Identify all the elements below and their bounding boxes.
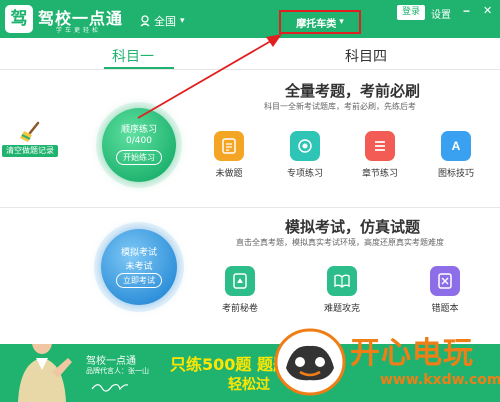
wrong-book-icon [430,266,460,296]
start-practice-button[interactable]: 开始练习 [116,150,162,165]
close-button[interactable]: ✕ [483,4,492,17]
watermark-logo-icon [274,328,346,396]
vehicle-type-selector[interactable]: 摩托车类 ▾ [279,10,361,34]
clear-records-label: 清空做题记录 [2,145,58,157]
feature-label: 难题攻克 [323,304,360,314]
settings-button[interactable]: 设置 [431,6,451,21]
feature-chapter[interactable]: 章节练习 [355,131,405,179]
circle-title: 模拟考试 [120,248,157,258]
tab-subject-four[interactable]: 科目四 [345,46,387,66]
target-icon [290,131,320,161]
app-subtitle: 学车更轻松 [56,27,102,34]
title-bar: 驾 驾校一点通 学车更轻松 全国 ▾ 摩托车类 ▾ 登录 设置 − ✕ [0,0,500,38]
active-tab-indicator [104,67,174,69]
spokesperson-image [18,344,72,402]
banner-brand: 驾校一点通 [86,356,136,367]
secret-paper-icon [225,266,255,296]
document-icon [214,131,244,161]
app-logo: 驾 [5,5,33,33]
subject-tabs: 科目一 科目四 [0,38,500,70]
banner-spokesperson: 品牌代言人：张一山 [86,367,149,375]
feature-secret-paper[interactable]: 考前秘卷 [215,266,265,314]
login-button[interactable]: 登录 [397,5,425,20]
feature-special[interactable]: 专项练习 [280,131,330,179]
broom-icon [20,121,40,142]
letter-a-icon: A [441,131,471,161]
feature-hard-questions[interactable]: 难题攻克 [317,266,367,314]
feature-undone[interactable]: 未做题 [204,131,254,179]
practice-progress: 0/400 [126,136,152,146]
sequential-practice-circle[interactable]: 顺序练习 0/400 开始练习 [102,108,176,182]
signature-image [91,383,129,392]
mock-exam-circle[interactable]: 模拟考试 未考试 立即考试 [101,229,177,305]
location-icon [140,15,150,27]
feature-label: 考前秘卷 [221,304,258,314]
watermark-text: 开心电玩 [350,336,474,371]
banner-slogan-second: 轻松过 [228,377,270,393]
feature-label: 未做题 [215,169,243,179]
region-label: 全国 [154,15,176,28]
exam-status: 未考试 [125,262,153,272]
book-icon [327,266,357,296]
list-icon [365,131,395,161]
minimize-button[interactable]: − [463,4,470,18]
section-subtitle: 直击全真考题，模拟真实考试环境，高度还原真实考题难度 [236,238,444,247]
tab-subject-one[interactable]: 科目一 [112,46,154,66]
feature-label: 专项练习 [286,169,323,179]
circle-title: 顺序练习 [120,125,157,135]
watermark-url: www.kxdw.com [380,372,500,388]
region-selector[interactable]: 全国 ▾ [140,13,185,29]
clear-records-button[interactable]: 清空做题记录 [2,121,58,157]
feature-label: 错题本 [431,304,459,314]
feature-label: 章节练习 [361,169,398,179]
chevron-down-icon: ▾ [180,16,185,26]
watermark: 开心电玩 www.kxdw.com [272,322,500,402]
feature-wrong-book[interactable]: 错题本 [420,266,470,314]
chevron-down-icon: ▾ [339,17,344,27]
feature-icon-tips[interactable]: A 图标技巧 [431,131,481,179]
vehicle-type-label: 摩托车类 [296,18,337,30]
section-title: 模拟考试，仿真试题 [285,218,421,236]
start-exam-button[interactable]: 立即考试 [116,273,162,288]
section-divider [0,207,500,208]
section-title: 全量考题，考前必刷 [285,82,421,100]
section-subtitle: 科目一全新考试题库，考前必刷，先练后考 [264,102,416,111]
feature-label: 图标技巧 [437,169,474,179]
